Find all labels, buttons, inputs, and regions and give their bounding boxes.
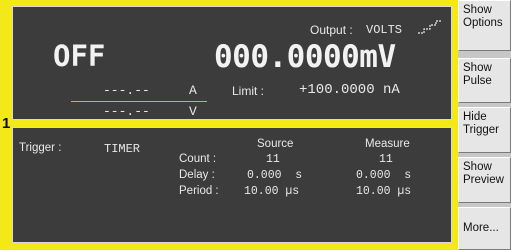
softkey-label-line1: Hide	[463, 111, 487, 123]
current-unit: A	[189, 83, 197, 98]
show-options-softkey[interactable]: Show Options	[458, 0, 511, 51]
count-measure[interactable]: 11	[379, 153, 393, 166]
current-readout: ---.--	[103, 83, 150, 98]
softkey-label-line2: Preview	[463, 174, 504, 186]
trigger-mode: TIMER	[104, 142, 141, 156]
show-pulse-softkey[interactable]: Show Pulse	[458, 58, 511, 103]
show-preview-softkey[interactable]: Show Preview	[458, 157, 511, 203]
trigger-settings-panel: Trigger : TIMER Source Measure Count : 1…	[12, 127, 452, 243]
trigger-label: Trigger :	[19, 142, 62, 154]
output-mode: VOLTS	[366, 23, 403, 37]
period-measure[interactable]: 10.00 µs	[356, 185, 411, 198]
softkey-label-line1: More...	[463, 222, 499, 234]
softkey-label-line2: Pulse	[463, 75, 492, 87]
source-header: Source	[257, 138, 294, 150]
voltage-readout: ---.--	[103, 104, 150, 119]
readout-divider	[71, 101, 207, 102]
delay-label: Delay :	[179, 169, 215, 181]
hide-trigger-softkey[interactable]: Hide Trigger	[458, 107, 511, 153]
count-source[interactable]: 11	[266, 153, 280, 166]
softkey-label-line1: Show	[463, 62, 492, 74]
softkey-label-line1: Show	[463, 161, 492, 173]
softkey-column: Show Options Show Pulse Hide Trigger Sho…	[458, 0, 511, 250]
softkey-label-line2: Trigger	[463, 124, 499, 136]
output-state: OFF	[53, 39, 106, 73]
delay-source[interactable]: 0.000 s	[247, 169, 302, 182]
measure-header: Measure	[365, 138, 410, 150]
output-label: Output :	[310, 23, 353, 37]
output-status-panel: Output : VOLTS OFF 000.0000mV ---.-- A -…	[12, 6, 452, 120]
measurement-value: 000.0000mV	[214, 39, 396, 75]
pane-number: 1	[2, 115, 11, 132]
pulse-waveform-icon	[418, 20, 442, 34]
softkey-label-line2: Options	[463, 17, 503, 29]
period-source[interactable]: 10.00 µs	[244, 185, 299, 198]
delay-measure[interactable]: 0.000 s	[356, 169, 411, 182]
limit-label: Limit :	[232, 84, 265, 98]
softkey-label-line1: Show	[463, 4, 492, 16]
limit-value: +100.0000 nA	[299, 82, 400, 98]
period-label: Period :	[179, 185, 219, 197]
voltage-unit: V	[189, 104, 197, 119]
count-label: Count :	[179, 153, 217, 165]
more-softkey[interactable]: More...	[458, 207, 511, 250]
